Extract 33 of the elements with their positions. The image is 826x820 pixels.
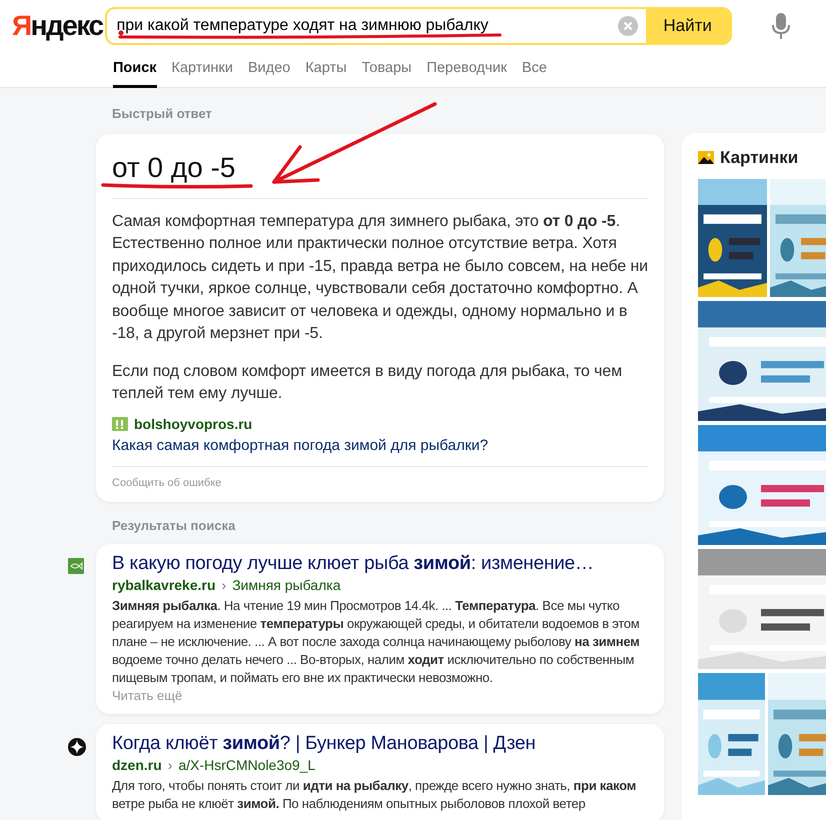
- logo[interactable]: Яндекс: [12, 8, 103, 44]
- star-icon: [68, 738, 86, 756]
- section-label: Результаты поиска: [112, 518, 236, 534]
- source-question-link[interactable]: Какая самая комфортная погода зимой для рыбалки?: [112, 436, 648, 466]
- result-snippet: Для того, чтобы понять стоит ли идти на рыбалку, прежде всего нужно знать, при каком ветре рыба не клюёт зимой. По наблюдениям опытных рыболовов плохой ветер: [112, 776, 638, 812]
- section-label: Быстрый ответ: [112, 105, 213, 123]
- search-button[interactable]: Найти: [646, 9, 730, 43]
- result-title[interactable]: Когда клюёт зимой? | Бункер Мановарова | Дзен: [112, 732, 648, 756]
- source-icon: [112, 417, 128, 431]
- answer-title: от 0 до -5: [112, 150, 648, 198]
- answer-text: Если под словом комфорт имеется в виду погода для рыбака, то чем теплей тем ему лучше.: [112, 362, 623, 404]
- result-snippet: Зимняя рыбалка. На чтение 19 мин Просмотров 14.4k. ... Температура. Все мы чутко реагируем на изменение температуры окружающей среды, и обитатели водоемов в этом плане – не исключение. ... А вот после захода солнца начинающему рыболову на зимнем водоеме точно делать нечего ... Во-вторых, налим ходит исключительно по собственным пищевым тропам, и поймать его вне их практически невозможно.: [112, 596, 641, 686]
- search-tab[interactable]: Картинки: [172, 56, 233, 88]
- result-path[interactable]: Зимняя рыбалка: [232, 576, 341, 594]
- search-tab[interactable]: Товары: [362, 56, 412, 88]
- search-tab[interactable]: Все: [522, 56, 547, 88]
- breadcrumb-separator: ›: [168, 756, 172, 774]
- picture-icon: [698, 151, 714, 164]
- search-tab[interactable]: Карты: [305, 56, 347, 88]
- result-title[interactable]: В какую погоду лучше клюет рыба зимой: изменение…: [112, 552, 648, 576]
- result-path[interactable]: a/X-HsrCMNole3o9_L: [178, 756, 316, 774]
- answer-text: Самая комфортная температура для зимнего рыбака, это от 0 до -5. Естественно полное или практически полное отсутствие ветра. Хотя приходилось сидеть и при -15, правда ветра не было совсем, на небе ни одной тучки, яркое солнце, чувствовали себя достаточно комфортно. А вообще многое зависит от человека и одежды, одному нормально и в -18, а другой мерзнет при -5.: [112, 212, 648, 344]
- source-link[interactable]: bolshoyvopros.ru: [134, 414, 252, 434]
- search-tab[interactable]: Поиск: [113, 56, 157, 88]
- search-tab[interactable]: Видео: [248, 56, 290, 88]
- result-domain[interactable]: rybalkavreke.ru: [112, 576, 216, 594]
- microphone-icon[interactable]: [772, 13, 790, 39]
- result-domain[interactable]: dzen.ru: [112, 756, 162, 774]
- breadcrumb-separator: ›: [222, 576, 226, 594]
- search-field[interactable]: при какой температуре ходят на зимнюю рыбалку Найти: [104, 7, 732, 45]
- search-tab[interactable]: Переводчик: [426, 56, 507, 88]
- fish-icon: [68, 558, 84, 574]
- images-title[interactable]: Картинки: [720, 145, 798, 170]
